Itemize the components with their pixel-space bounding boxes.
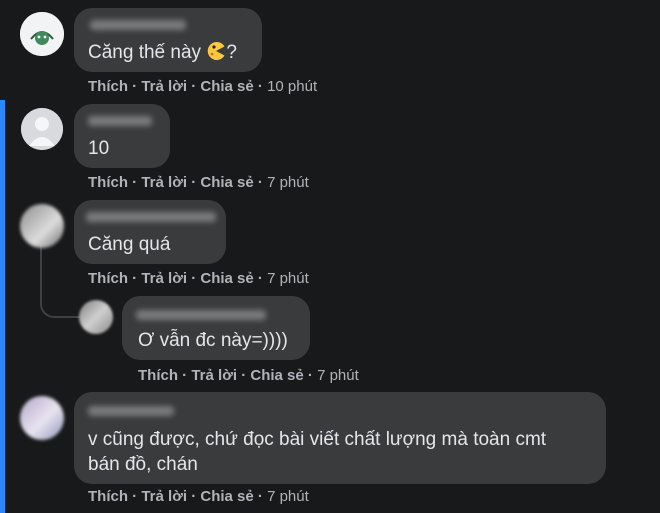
reply-link[interactable]: Trả lời — [141, 78, 187, 95]
timestamp[interactable]: 7 phút — [267, 488, 309, 505]
reply-link[interactable]: Trả lời — [141, 488, 187, 505]
avatar[interactable] — [21, 108, 63, 150]
reply-link[interactable]: Trả lời — [191, 367, 237, 384]
comment-bubble: Ơ vẫn đc này=)))) — [122, 296, 310, 360]
share-link[interactable]: Chia sẻ — [200, 174, 253, 191]
comment-bubble: v cũng được, chứ đọc bài viết chất lượng… — [74, 392, 606, 484]
highlight-bar — [0, 100, 5, 513]
share-link[interactable]: Chia sẻ — [200, 488, 253, 505]
comment-text: Căng quá — [88, 234, 171, 255]
avatar[interactable] — [20, 204, 64, 248]
comment-text-line-2: bán đồ, chán — [88, 454, 198, 475]
timestamp[interactable]: 7 phút — [267, 174, 309, 191]
comment-text: Ơ vẫn đc này=)))) — [138, 330, 288, 351]
comment-actions: Thích · Trả lời · Chia sẻ · 7 phút — [88, 270, 309, 287]
share-link[interactable]: Chia sẻ — [250, 367, 303, 384]
comment-text-line-1: v cũng được, chứ đọc bài viết chất lượng… — [88, 429, 547, 450]
avatar[interactable] — [79, 300, 113, 334]
like-link[interactable]: Thích — [88, 78, 128, 95]
comment-actions: Thích · Trả lời · Chia sẻ · 7 phút — [88, 488, 309, 505]
reply-link[interactable]: Trả lời — [141, 174, 187, 191]
like-link[interactable]: Thích — [88, 174, 128, 191]
share-link[interactable]: Chia sẻ — [200, 270, 253, 287]
default-avatar-icon — [21, 108, 63, 150]
share-link[interactable]: Chia sẻ — [200, 78, 253, 95]
author-name[interactable] — [88, 406, 174, 416]
comment-text: Căng thế này ? — [88, 42, 237, 63]
author-name[interactable] — [86, 212, 216, 222]
comment-bubble: Căng quá — [74, 200, 226, 264]
author-name[interactable] — [136, 310, 266, 320]
comment-actions: Thích · Trả lời · Chia sẻ · 7 phút — [138, 367, 359, 384]
comment-bubble: Căng thế này ? — [74, 8, 262, 72]
pacman-emoji-icon — [208, 42, 225, 60]
author-name[interactable] — [88, 116, 152, 126]
like-link[interactable]: Thích — [88, 270, 128, 287]
like-link[interactable]: Thích — [138, 367, 178, 384]
timestamp[interactable]: 7 phút — [317, 367, 359, 384]
comment-bubble: 10 — [74, 104, 170, 168]
avatar[interactable] — [20, 12, 64, 56]
like-link[interactable]: Thích — [88, 488, 128, 505]
comment-actions: Thích · Trả lời · Chia sẻ · 10 phút — [88, 78, 318, 95]
comment-text: 10 — [88, 138, 110, 159]
reply-link[interactable]: Trả lời — [141, 270, 187, 287]
comment-actions: Thích · Trả lời · Chia sẻ · 7 phút — [88, 174, 309, 191]
avatar-icon — [20, 12, 64, 56]
avatar[interactable] — [20, 396, 64, 440]
author-name[interactable] — [90, 20, 186, 30]
timestamp[interactable]: 10 phút — [267, 78, 317, 95]
timestamp[interactable]: 7 phút — [267, 270, 309, 287]
